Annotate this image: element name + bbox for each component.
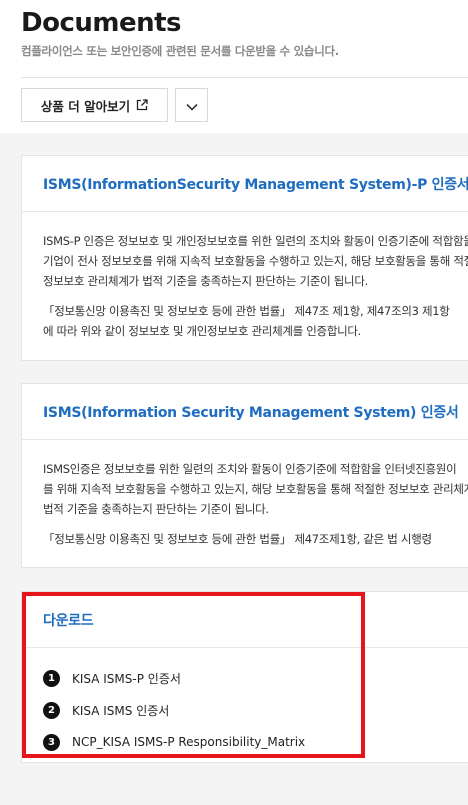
page-subtitle: 컴플라이언스 또는 보안인증에 관련된 문서를 다운받을 수 있습니다. (21, 44, 339, 58)
isms-p-card: ISMS(InformationSecurity Management Syst… (21, 155, 468, 361)
download-link[interactable]: KISA ISMS-P 인증서 (72, 670, 181, 687)
download-link[interactable]: KISA ISMS 인증서 (72, 702, 169, 719)
chevron-down-icon (185, 96, 198, 115)
number-badge: 3 (43, 733, 60, 751)
card-text-line: 법적 기준을 충족하는지 판단하는 기준이 됩니다. (43, 502, 269, 516)
card-title: ISMS(InformationSecurity Management Syst… (22, 156, 468, 212)
download-item[interactable]: 3 NCP_KISA ISMS-P Responsibility_Matrix (43, 726, 468, 758)
download-item[interactable]: 2 KISA ISMS 인증서 (43, 694, 468, 726)
card-text-line: ISMS-P 인증은 정보보호 및 개인정보보호를 위한 일련의 조치와 활동이… (43, 234, 468, 248)
card-text-line: 정보보호 관리체계가 법적 기준을 충족하는지 판단하는 기준이 됩니다. (43, 274, 368, 288)
card-text-line: 를 위해 지속적 보호활동을 수행하고 있는지, 해당 보호활동을 통해 적절한… (43, 482, 468, 496)
external-link-icon (136, 99, 148, 111)
download-title: 다운로드 (22, 592, 468, 648)
card-text-line: ISMS인증은 정보보호를 위한 일련의 조치와 활동이 인증기준에 적합함을 … (43, 462, 457, 476)
card-body: ISMS-P 인증은 정보보호 및 개인정보보호를 위한 일련의 조치와 활동이… (22, 212, 468, 351)
download-card: 다운로드 1 KISA ISMS-P 인증서 2 KISA ISMS 인증서 3… (21, 591, 468, 763)
page-title: Documents (21, 8, 182, 38)
content-area: ISMS(InformationSecurity Management Syst… (0, 133, 468, 805)
header-divider (21, 77, 468, 78)
more-options-button[interactable] (175, 88, 208, 122)
number-badge: 1 (43, 669, 60, 687)
download-list: 1 KISA ISMS-P 인증서 2 KISA ISMS 인증서 3 NCP_… (22, 648, 468, 758)
card-text-line: 「정보통신망 이용촉진 및 정보보호 등에 관한 법률」 제47조제1항, 같은… (43, 532, 432, 546)
download-link[interactable]: NCP_KISA ISMS-P Responsibility_Matrix (72, 735, 305, 749)
card-body: ISMS인증은 정보보호를 위한 일련의 조치와 활동이 인증기준에 적합함을 … (22, 440, 468, 559)
card-title: ISMS(Information Security Management Sys… (22, 384, 468, 440)
download-item[interactable]: 1 KISA ISMS-P 인증서 (43, 662, 468, 694)
number-badge: 2 (43, 701, 60, 719)
learn-more-button[interactable]: 상품 더 알아보기 (21, 88, 168, 122)
page-header: Documents 컴플라이언스 또는 보안인증에 관련된 문서를 다운받을 수… (0, 0, 468, 133)
card-text-line: 「정보통신망 이용촉진 및 정보보호 등에 관한 법률」 제47조 제1항, 제… (43, 304, 450, 318)
card-text-line: 기업이 전사 정보보호를 위해 지속적 보호활동을 수행하고 있는지, 해당 보… (43, 254, 468, 268)
card-text-line: 에 따라 위와 같이 정보보호 및 개인정보보호 관리체계를 인증합니다. (43, 324, 362, 338)
learn-more-label: 상품 더 알아보기 (40, 98, 131, 114)
isms-card: ISMS(Information Security Management Sys… (21, 383, 468, 568)
